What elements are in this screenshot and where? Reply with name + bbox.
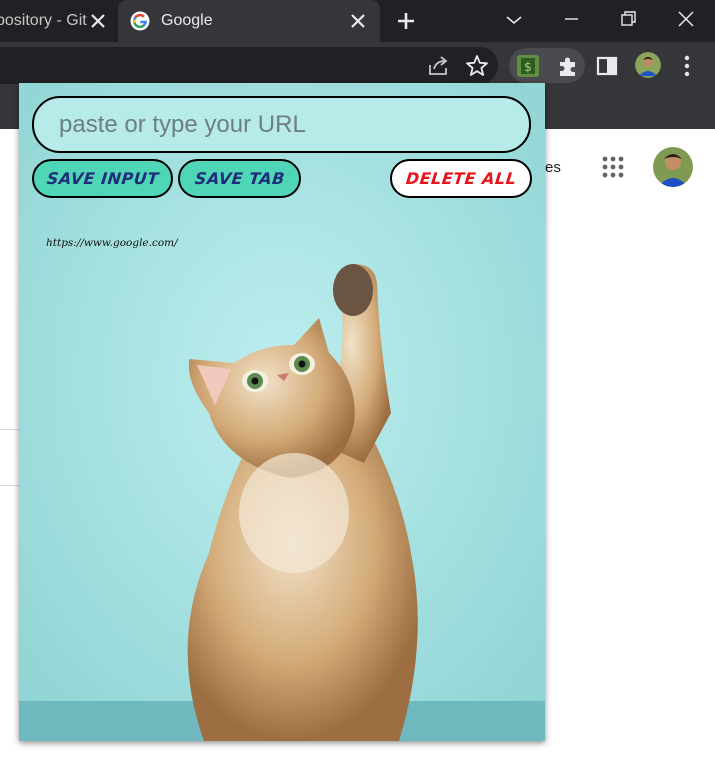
tab-title: pository - Git <box>0 12 87 29</box>
restore-icon[interactable] <box>614 6 642 34</box>
share-icon[interactable] <box>425 53 451 79</box>
tab-strip: pository - Git Google <box>0 0 715 42</box>
dollar-extension-icon[interactable]: $ <box>515 53 541 79</box>
url-input[interactable] <box>32 96 531 153</box>
list-item: https://www.google.com/ <box>46 233 178 251</box>
minimize-icon[interactable] <box>557 6 585 34</box>
save-tab-button[interactable]: SAVE TAB <box>178 159 301 198</box>
save-tab-label: SAVE TAB <box>193 169 286 188</box>
apps-grid-icon[interactable] <box>601 155 625 179</box>
saved-links-list: https://www.google.com/ <box>46 233 178 251</box>
delete-all-label: DELETE ALL <box>404 169 518 188</box>
plus-icon[interactable] <box>395 9 417 33</box>
puzzle-icon[interactable] <box>555 53 581 79</box>
delete-all-button[interactable]: DELETE ALL <box>390 159 532 198</box>
tab-title: Google <box>161 12 213 29</box>
tab-github[interactable]: pository - Git <box>0 0 118 42</box>
star-icon[interactable] <box>464 53 490 79</box>
divider <box>0 485 20 486</box>
saved-link[interactable]: https://www.google.com/ <box>46 237 178 249</box>
extension-popup: SAVE INPUT SAVE TAB DELETE ALL https://w… <box>19 83 545 741</box>
close-icon[interactable] <box>672 6 700 34</box>
close-icon[interactable] <box>88 9 108 33</box>
save-input-button[interactable]: SAVE INPUT <box>32 159 173 198</box>
account-avatar[interactable] <box>653 147 693 187</box>
side-panel-icon[interactable] <box>594 53 620 79</box>
close-icon[interactable] <box>348 9 368 33</box>
profile-avatar-icon[interactable] <box>635 52 661 78</box>
google-favicon-icon <box>130 11 150 31</box>
save-input-label: SAVE INPUT <box>45 169 160 188</box>
tab-google[interactable]: Google <box>118 0 380 42</box>
kebab-menu-icon[interactable] <box>674 53 700 79</box>
address-bar[interactable] <box>0 47 498 84</box>
header-link[interactable]: es <box>545 159 561 176</box>
chevron-down-icon[interactable] <box>500 6 528 34</box>
divider <box>0 429 20 430</box>
browser-toolbar: $ <box>0 42 715 89</box>
svg-text:$: $ <box>524 60 532 74</box>
